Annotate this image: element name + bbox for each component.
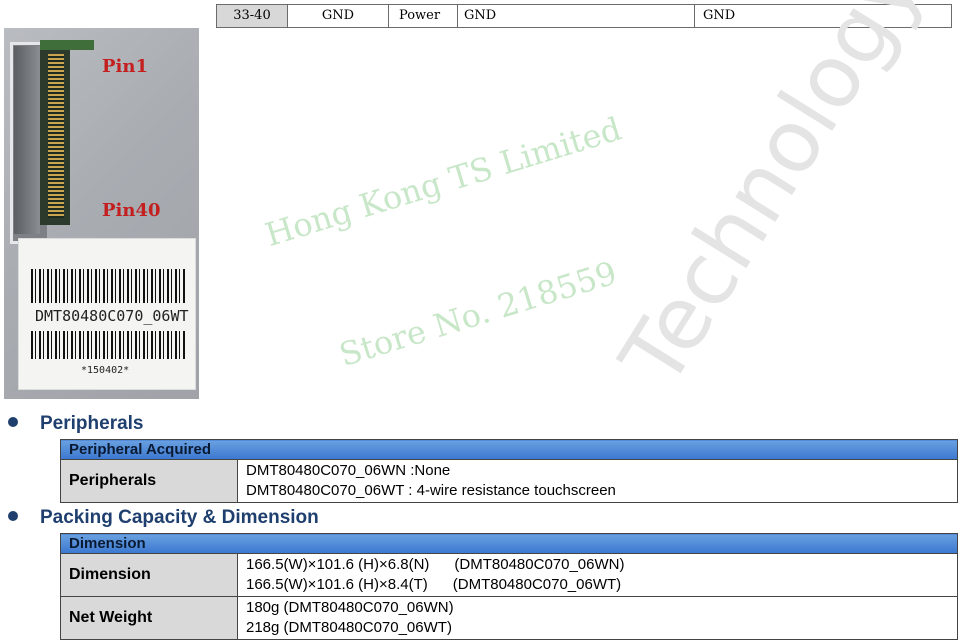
table-header-row: Dimension xyxy=(60,533,958,554)
row-key: Peripherals xyxy=(60,459,238,503)
table-header: Peripheral Acquired xyxy=(60,439,958,460)
value-line: 180g (DMT80480C070_06WN) xyxy=(246,599,454,616)
watermark-line2: Store No. 218559 xyxy=(334,253,622,374)
connector-photo: Pin1 Pin40 DMT80480C070_06WT *150402* xyxy=(4,28,199,399)
fpc-cable xyxy=(40,40,94,50)
pin-description-cell: GND xyxy=(457,4,695,28)
row-value: DMT80480C070_06WN :None DMT80480C070_06W… xyxy=(237,459,958,503)
table-row: Dimension 166.5(W)×101.6 (H)×6.8(N) (DMT… xyxy=(60,553,958,597)
table-header-row: Peripheral Acquired xyxy=(60,439,958,460)
pin-name-cell: GND xyxy=(287,4,389,28)
value-line: 166.5(W)×101.6 (H)×8.4(T) (DMT80480C070_… xyxy=(246,576,622,593)
pin40-label: Pin40 xyxy=(102,200,161,221)
bullet-icon xyxy=(8,510,18,521)
section-title-text: Packing Capacity & Dimension xyxy=(40,507,319,528)
section-title-text: Peripherals xyxy=(40,413,144,434)
connector-pins xyxy=(48,54,64,218)
row-key: Dimension xyxy=(60,553,238,597)
barcode-sticker: DMT80480C070_06WT *150402* xyxy=(18,238,196,390)
watermark-line1: Hong Kong TS Limited xyxy=(260,109,626,255)
sticker-model-text: DMT80480C070_06WT xyxy=(35,307,189,325)
packing-section-title: Packing Capacity & Dimension xyxy=(8,507,319,529)
value-line: 166.5(W)×101.6 (H)×6.8(N) (DMT80480C070_… xyxy=(246,556,625,573)
row-value: 166.5(W)×101.6 (H)×6.8(N) (DMT80480C070_… xyxy=(237,553,958,597)
table-header: Dimension xyxy=(60,533,958,554)
diagonal-watermark: Technology Co., Ltd xyxy=(602,0,963,403)
peripherals-section-title: Peripherals xyxy=(8,413,144,435)
pin-type-cell: Power xyxy=(388,4,458,28)
barcode-top xyxy=(31,269,185,303)
frame-inner xyxy=(14,46,40,234)
table-row: Peripherals DMT80480C070_06WN :None DMT8… xyxy=(60,459,958,503)
sticker-code-text: *150402* xyxy=(81,365,130,376)
barcode-bottom xyxy=(31,331,185,359)
value-line: DMT80480C070_06WT : 4-wire resistance to… xyxy=(246,482,616,499)
pin-range-cell: 33-40 xyxy=(216,4,288,28)
value-line: DMT80480C070_06WN :None xyxy=(246,462,451,479)
peripherals-table: Peripheral Acquired Peripherals DMT80480… xyxy=(60,439,958,503)
bullet-icon xyxy=(8,416,18,427)
row-key: Net Weight xyxy=(60,596,238,640)
row-value: 180g (DMT80480C070_06WN) 218g (DMT80480C… xyxy=(237,596,958,640)
pin1-label: Pin1 xyxy=(102,56,148,77)
table-row: Net Weight 180g (DMT80480C070_06WN) 218g… xyxy=(60,596,958,640)
value-line: 218g (DMT80480C070_06WT) xyxy=(246,619,452,636)
dimension-table: Dimension Dimension 166.5(W)×101.6 (H)×6… xyxy=(60,533,958,640)
